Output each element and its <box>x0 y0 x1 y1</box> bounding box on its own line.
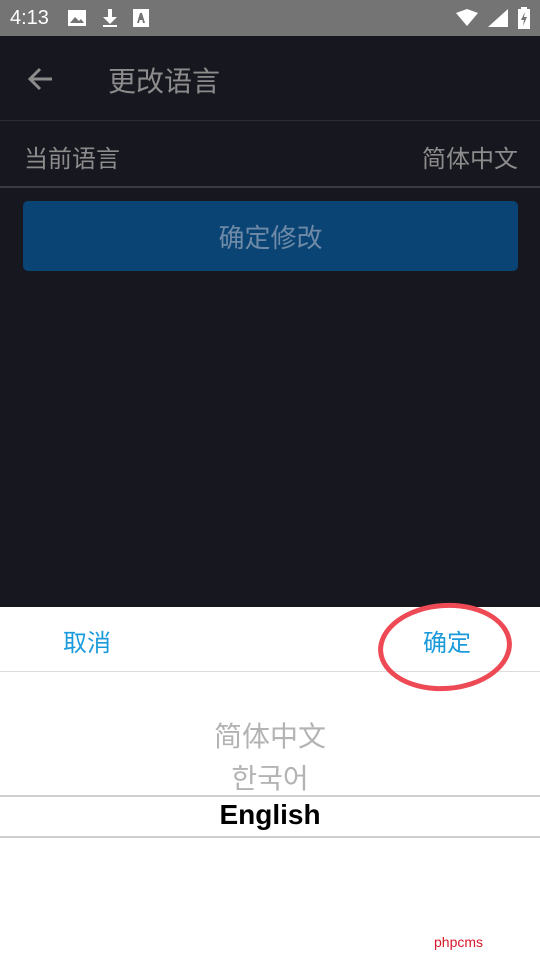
current-language-label: 当前语言 <box>24 145 120 173</box>
page-title: 更改语言 <box>108 65 221 98</box>
wifi-icon <box>456 9 478 26</box>
image-icon <box>67 10 86 26</box>
app-content: 更改语言 当前语言 简体中文 确定修改 <box>0 36 540 607</box>
divider <box>0 186 540 188</box>
picker-option[interactable]: 한국어 <box>0 757 540 797</box>
watermark: phpcms <box>434 934 484 950</box>
status-time: 4:13 <box>10 6 49 29</box>
picker-option[interactable]: 简体中文 <box>0 715 540 755</box>
download-icon <box>102 9 117 27</box>
confirm-change-button[interactable]: 确定修改 <box>23 201 518 271</box>
status-bar: 4:13 <box>0 0 540 36</box>
selection-line-top <box>0 795 540 797</box>
current-language-value: 简体中文 <box>422 145 518 173</box>
arrow-left-icon[interactable] <box>26 64 56 94</box>
toolbar: 更改语言 <box>0 36 540 120</box>
font-icon <box>132 9 149 27</box>
system-icons <box>456 7 530 29</box>
selection-line-bottom <box>0 836 540 838</box>
current-language-row: 当前语言 简体中文 <box>0 121 540 187</box>
picker-option-selected[interactable]: English <box>0 799 540 831</box>
signal-icon <box>488 9 508 27</box>
cancel-button[interactable]: 取消 <box>63 623 111 658</box>
battery-charging-icon <box>518 7 530 29</box>
notification-icons <box>67 8 149 28</box>
